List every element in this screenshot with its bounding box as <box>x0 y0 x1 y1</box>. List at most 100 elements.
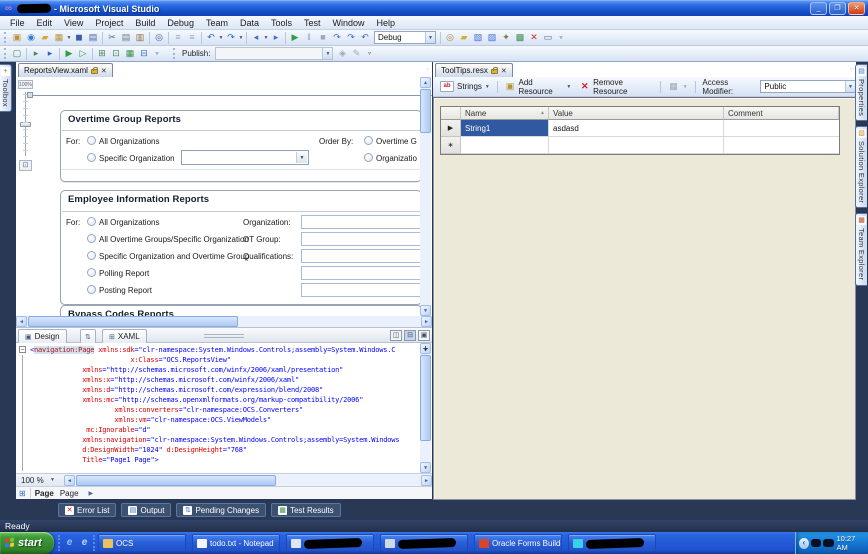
start-button[interactable]: start <box>0 532 54 554</box>
split-vertical-button[interactable]: ◫ <box>390 330 402 341</box>
collapse-pane-button[interactable]: ▣ <box>418 330 430 341</box>
dropdown-arrow-icon[interactable]: ▼ <box>218 35 224 41</box>
properties-window-icon[interactable]: ▨ <box>486 31 499 44</box>
panel-tab-error-list[interactable]: ✕Error List <box>58 503 116 517</box>
step-into-icon[interactable]: ↷ <box>331 31 344 44</box>
solution-configurations-combo[interactable]: Debug▼ <box>374 31 436 44</box>
new-test-icon[interactable]: ▶ <box>63 47 76 60</box>
cell-name[interactable] <box>461 137 549 154</box>
report-option-3-radio[interactable] <box>87 268 96 277</box>
step-out-icon[interactable]: ↶ <box>359 31 372 44</box>
toolbar-overflow-icon[interactable]: ▿ <box>557 34 565 41</box>
fit-to-screen-button[interactable]: ⊡ <box>19 160 32 171</box>
debug-tests-icon[interactable]: ▸ <box>44 47 57 60</box>
fold-collapse-icon[interactable]: − <box>19 346 26 353</box>
page-selection-handle[interactable] <box>27 92 33 98</box>
data-sources-window-icon[interactable]: ⊡ <box>110 47 123 60</box>
field-textbox-0[interactable] <box>301 215 421 229</box>
scroll-down-icon[interactable]: ▼ <box>420 462 431 473</box>
sidebar-tab-toolbox[interactable]: + Toolbox <box>0 64 12 112</box>
scroll-up-icon[interactable]: ▲ <box>420 77 431 88</box>
all-organizations-radio[interactable] <box>87 136 96 145</box>
menu-project[interactable]: Project <box>89 17 129 29</box>
save-icon[interactable]: ◼ <box>73 31 86 44</box>
cell-comment[interactable] <box>724 120 839 137</box>
report-option-0-radio[interactable] <box>87 217 96 226</box>
scroll-right-icon[interactable]: ► <box>421 475 432 486</box>
grid-view-button[interactable]: ▦ ▼ <box>665 79 691 94</box>
sidebar-tab-team-explorer[interactable]: ▦Team Explorer <box>855 213 867 285</box>
taskbar-button-redacted[interactable] <box>380 534 468 552</box>
cell-name[interactable]: String1 <box>461 120 549 137</box>
error-list-icon[interactable]: ✕ <box>528 31 541 44</box>
combo-dropdown-icon[interactable]: ▼ <box>322 48 332 59</box>
menu-data[interactable]: Data <box>234 17 265 29</box>
menu-view[interactable]: View <box>58 17 89 29</box>
string-resources-grid[interactable]: Name▲ValueComment▶String1asdasd∗ <box>440 106 840 155</box>
menu-help[interactable]: Help <box>371 17 402 29</box>
panel-tab-pending-changes[interactable]: ⇅Pending Changes <box>176 503 266 517</box>
column-header-comment[interactable]: Comment <box>724 107 839 120</box>
menu-edit[interactable]: Edit <box>31 17 59 29</box>
redo-icon[interactable]: ↷ <box>225 31 238 44</box>
publish-settings-icon[interactable]: ✎ <box>350 47 363 60</box>
dataset-designer-icon[interactable]: ▦ <box>124 47 137 60</box>
undo-icon[interactable]: ↶ <box>205 31 218 44</box>
scrollbar-thumb[interactable] <box>76 475 276 486</box>
swap-panes-button[interactable]: ⇅ <box>80 329 96 343</box>
designer-vertical-scrollbar[interactable]: ▲▼ <box>420 77 431 316</box>
field-textbox-4[interactable] <box>301 283 421 297</box>
report-option-2-radio[interactable] <box>87 251 96 260</box>
menu-team[interactable]: Team <box>200 17 234 29</box>
add-resource-button[interactable]: ▣ Add Resource ▼ <box>502 77 575 97</box>
toolbar-overflow-icon[interactable]: ▿ <box>365 50 373 57</box>
open-file-icon[interactable]: ▰ <box>39 31 52 44</box>
dropdown-arrow-icon[interactable]: ▼ <box>66 35 72 41</box>
close-tab-icon[interactable]: ✕ <box>501 67 507 75</box>
internet-explorer-icon[interactable]: e <box>62 535 77 550</box>
new-project-icon[interactable]: ▣ <box>11 31 24 44</box>
menu-window[interactable]: Window <box>327 17 371 29</box>
navigate-backward-icon[interactable]: ◂ <box>250 31 263 44</box>
scrollbar-thumb[interactable] <box>28 316 238 327</box>
editor-zoom-value[interactable]: 100 % <box>21 476 44 485</box>
remove-resource-button[interactable]: ✕ Remove Resource <box>576 77 655 97</box>
report-option-1-radio[interactable] <box>87 234 96 243</box>
cell-value[interactable] <box>549 137 724 154</box>
paste-icon[interactable]: ▥ <box>134 31 147 44</box>
navigate-forward-icon[interactable]: ▸ <box>270 31 283 44</box>
add-new-data-source-icon[interactable]: ⊞ <box>96 47 109 60</box>
column-header-name[interactable]: Name▲ <box>461 107 549 120</box>
panel-tab-test-results[interactable]: ▦Test Results <box>271 503 341 517</box>
taskbar-button-ocs[interactable]: OCS <box>98 534 186 552</box>
xaml-code-editor[interactable]: <navigation:Page xmlns:sdk="clr-namespac… <box>16 343 432 473</box>
step-over-icon[interactable]: ↷ <box>345 31 358 44</box>
scrollbar-thumb[interactable] <box>420 355 431 441</box>
taskbar-button-todo-txt-notepad[interactable]: todo.txt - Notepad <box>192 534 280 552</box>
field-textbox-3[interactable] <box>301 266 421 280</box>
publish-icon[interactable]: ◈ <box>336 47 349 60</box>
taskbar-button-redacted[interactable] <box>568 534 656 552</box>
restore-button[interactable]: ❐ <box>829 2 846 15</box>
menu-test[interactable]: Test <box>298 17 327 29</box>
taskbar-button-redacted[interactable] <box>286 534 374 552</box>
publish-profile-combo[interactable]: ▼ <box>215 47 333 60</box>
code-horizontal-scrollbar[interactable]: ◄► <box>64 475 432 486</box>
pause-icon[interactable]: ‖ <box>303 31 316 44</box>
internet-explorer-alt-icon[interactable]: e <box>77 535 92 550</box>
toolbar-grip[interactable] <box>173 48 177 59</box>
stop-icon[interactable]: ■ <box>317 31 330 44</box>
object-browser-icon[interactable]: ✦ <box>500 31 513 44</box>
combo-dropdown-icon[interactable]: ▼ <box>425 32 435 43</box>
scroll-left-icon[interactable]: ◄ <box>64 475 75 486</box>
tab-tooltips-resx[interactable]: ToolTips.resx ✕ <box>435 63 513 77</box>
close-tab-icon[interactable]: ✕ <box>101 67 107 75</box>
tray-chevron-icon[interactable]: ‹ <box>799 538 809 549</box>
menu-debug[interactable]: Debug <box>161 17 200 29</box>
designer-horizontal-scrollbar[interactable]: ◄► <box>16 316 432 327</box>
indent-icon[interactable]: ≡ <box>172 31 185 44</box>
menu-tools[interactable]: Tools <box>265 17 298 29</box>
order-organization-radio[interactable] <box>364 153 373 162</box>
close-button[interactable]: ✕ <box>848 2 865 15</box>
editor-zoom-dropdown-icon[interactable]: ▼ <box>50 477 55 483</box>
